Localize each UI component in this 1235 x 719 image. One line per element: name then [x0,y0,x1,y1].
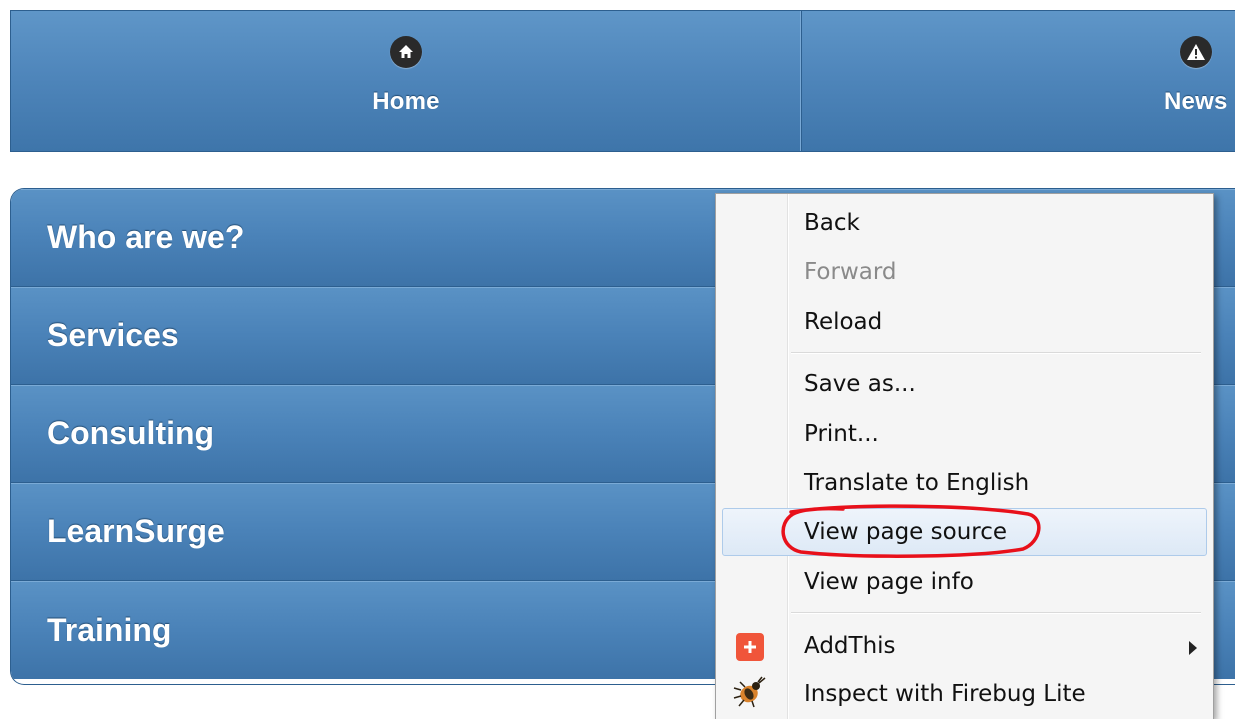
menu-separator [791,612,1201,613]
context-menu: Back Forward Reload Save as... Print... … [715,193,1214,719]
alert-icon [1179,36,1212,68]
submenu-arrow-icon [1189,641,1197,655]
ctx-addthis[interactable]: AddThis [804,623,896,669]
menu-gutter [787,194,788,719]
top-navbar: Home News [10,10,1235,152]
ctx-forward: Forward [804,259,897,285]
ctx-save-as[interactable]: Save as... [804,361,916,407]
menu-separator [791,352,1201,353]
home-icon [389,36,422,68]
ctx-inspect-firebug[interactable]: Inspect with Firebug Lite [804,671,1086,717]
ctx-view-page-info[interactable]: View page info [804,559,974,605]
nav-item-home[interactable]: Home [11,11,802,151]
red-annotation-circle [781,504,1041,558]
ctx-print[interactable]: Print... [804,411,879,457]
nav-label: Home [372,88,440,115]
addthis-icon [736,633,764,661]
ctx-reload[interactable]: Reload [804,299,882,345]
nav-item-news[interactable]: News [802,11,1235,151]
firebug-icon [733,676,766,708]
ctx-back[interactable]: Back [804,200,860,246]
nav-label: News [1164,88,1228,115]
